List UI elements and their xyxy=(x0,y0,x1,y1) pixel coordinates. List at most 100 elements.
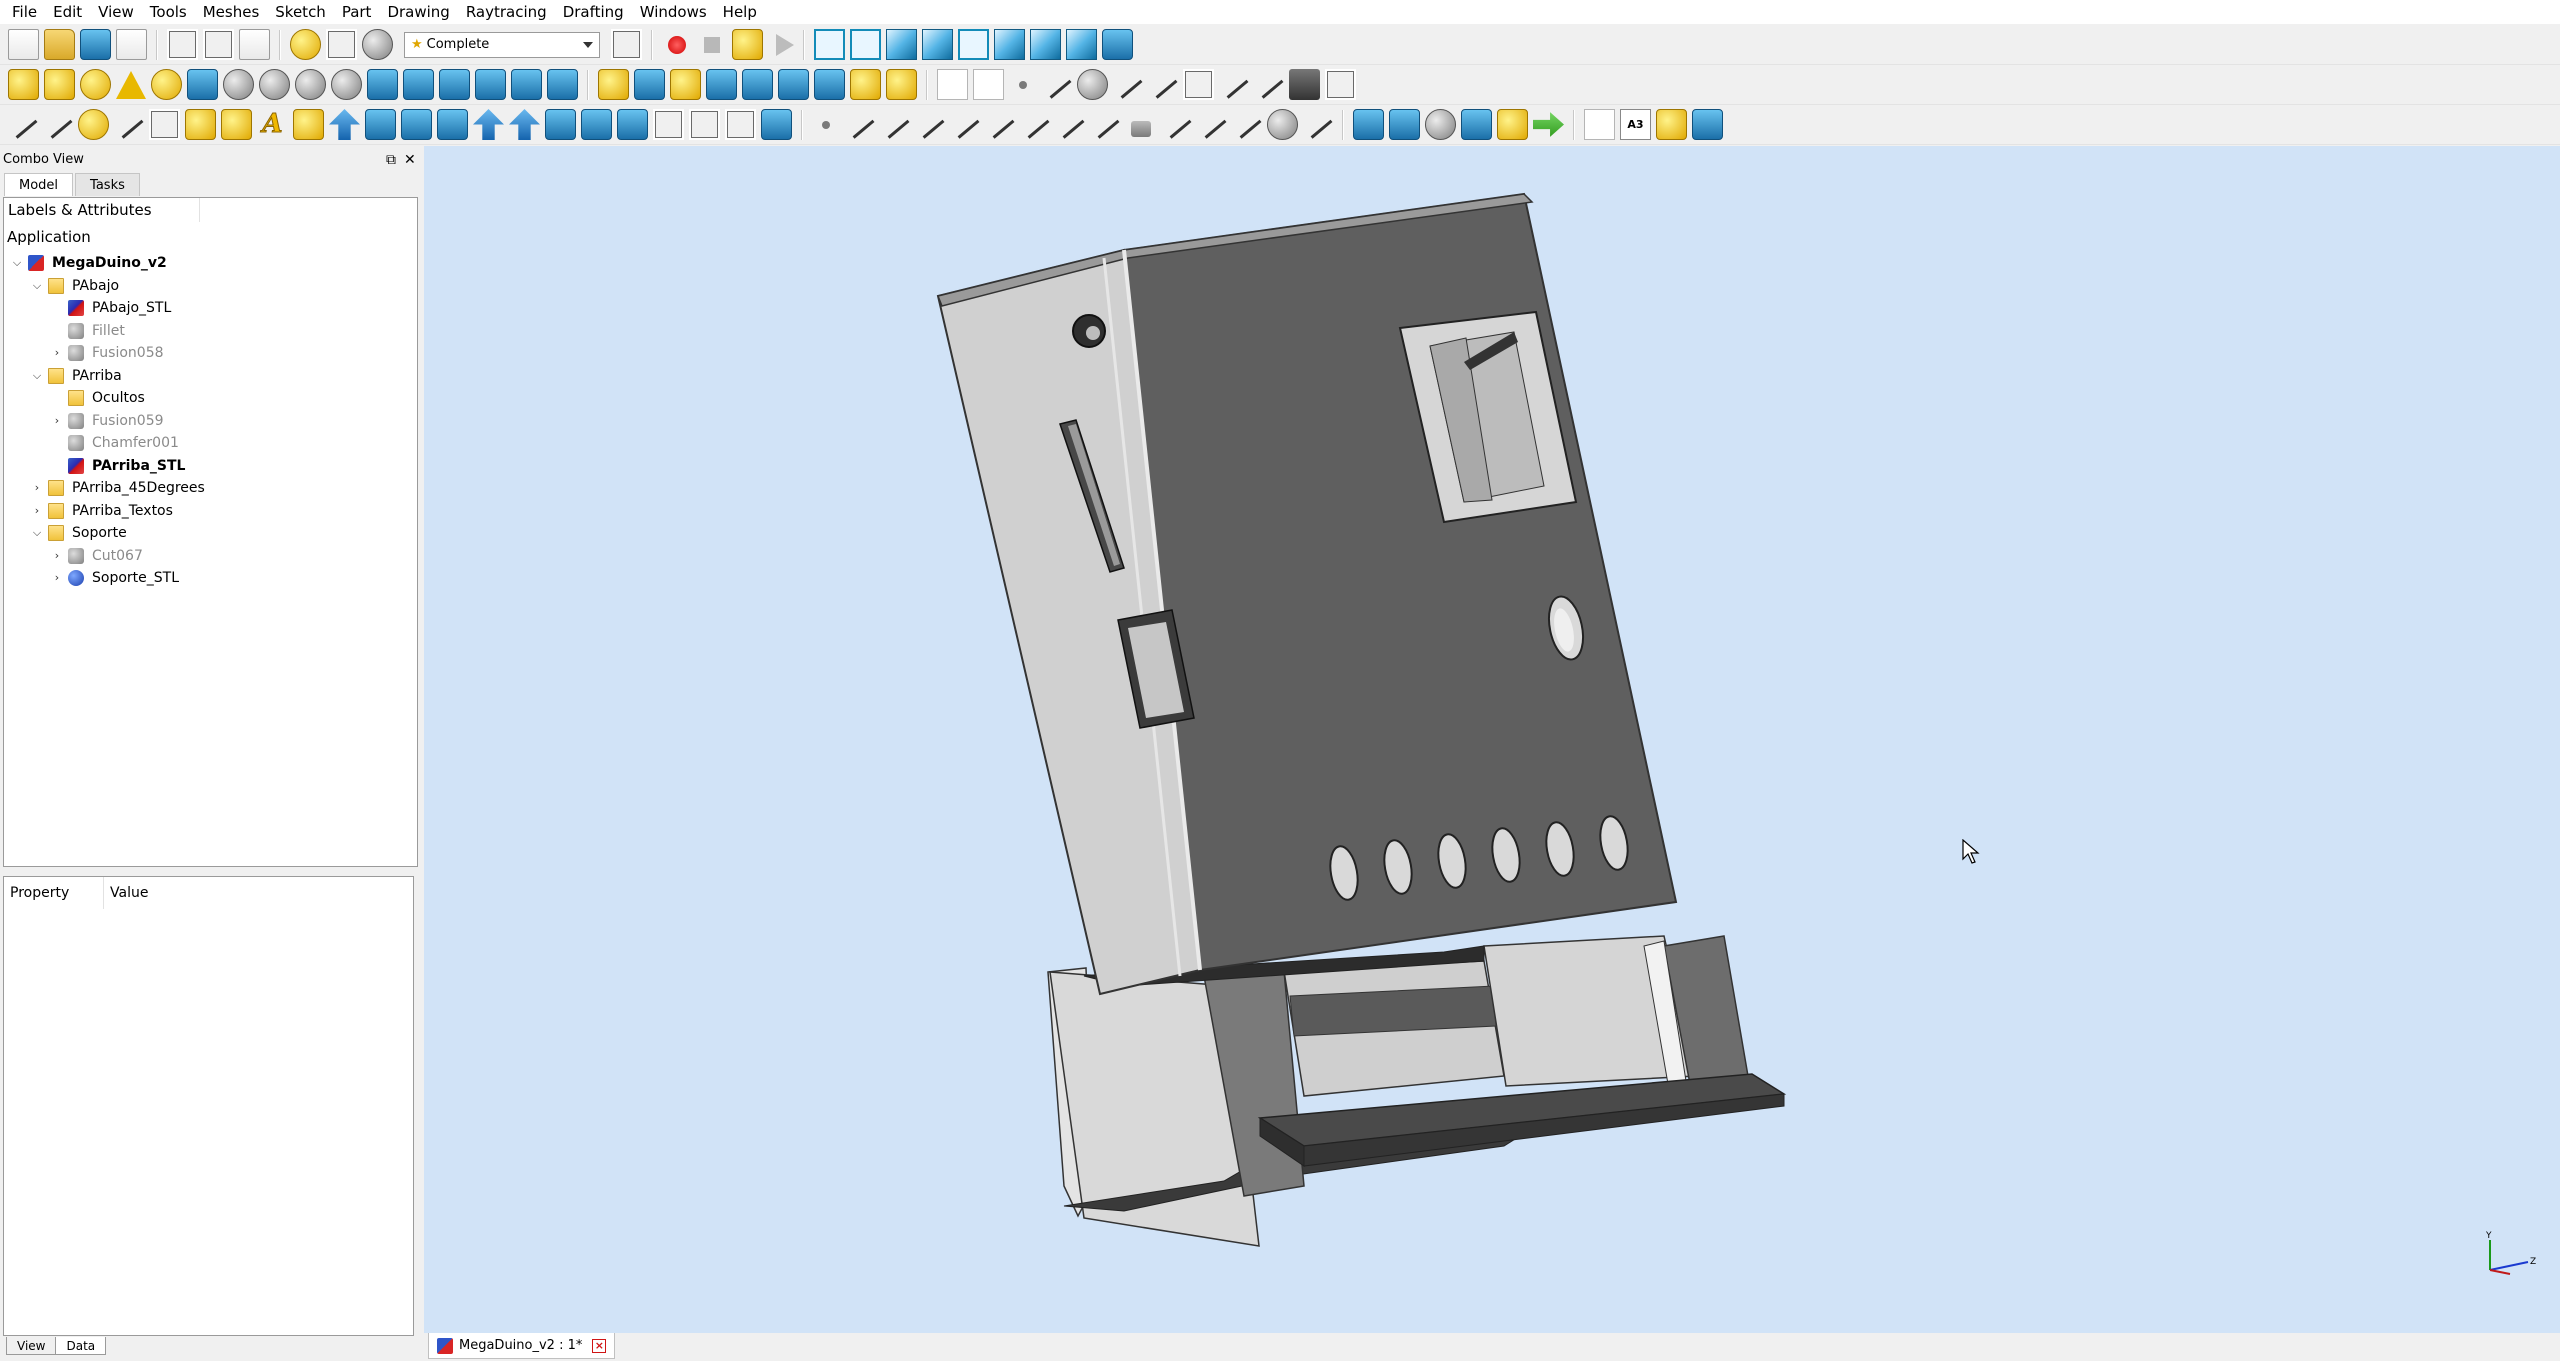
tab-tasks[interactable]: Tasks xyxy=(75,173,140,196)
draft-downgrade-icon[interactable] xyxy=(509,109,540,140)
new-document-icon[interactable] xyxy=(8,29,39,60)
draft-arc-icon[interactable] xyxy=(114,110,144,139)
save-as-icon[interactable] xyxy=(116,29,147,60)
close-tab-icon[interactable]: × xyxy=(592,1338,607,1353)
constraint-vertical-distance-icon[interactable] xyxy=(1197,110,1227,139)
mirror-icon[interactable] xyxy=(439,69,470,100)
tree-item[interactable]: › PArriba_45Degrees xyxy=(30,477,205,499)
tree-item[interactable]: › Soporte_STL xyxy=(50,567,179,589)
draft-circle-icon[interactable] xyxy=(78,109,109,140)
whats-this-icon[interactable] xyxy=(611,29,642,60)
carbon-copy-icon[interactable] xyxy=(1325,69,1356,100)
revolve-icon[interactable] xyxy=(403,69,434,100)
menu-drafting[interactable]: Drafting xyxy=(555,0,632,24)
draft-to-sketch-icon[interactable] xyxy=(617,109,648,140)
section-icon[interactable] xyxy=(331,69,362,100)
tab-view[interactable]: View xyxy=(6,1337,57,1355)
mesh-from-shape-icon[interactable] xyxy=(1353,109,1384,140)
tree-item[interactable]: ⌵ Soporte xyxy=(30,522,127,544)
chevron-right-icon[interactable]: › xyxy=(30,500,44,522)
circle-tool-icon[interactable] xyxy=(1077,69,1108,100)
draft-rectangle-icon[interactable] xyxy=(149,109,180,140)
draft-dimension-icon[interactable] xyxy=(293,109,324,140)
torus-icon[interactable] xyxy=(151,69,182,100)
menu-raytracing[interactable]: Raytracing xyxy=(458,0,555,24)
tree-item[interactable]: ⌵ MegaDuino_v2 xyxy=(10,252,167,274)
constraint-lock-icon[interactable] xyxy=(1131,120,1151,137)
chevron-right-icon[interactable]: › xyxy=(50,342,64,364)
draft-array-icon[interactable] xyxy=(653,109,684,140)
point-icon[interactable] xyxy=(1019,80,1027,89)
shell-icon[interactable] xyxy=(778,69,809,100)
menu-view[interactable]: View xyxy=(90,0,142,24)
primitives-icon[interactable] xyxy=(886,69,917,100)
constraint-horizontal-icon[interactable] xyxy=(915,110,945,139)
chevron-down-icon[interactable]: ⌵ xyxy=(30,275,44,297)
tree-item[interactable]: Fillet xyxy=(50,320,125,342)
fit-all-icon[interactable] xyxy=(814,29,845,60)
trim-icon[interactable] xyxy=(1254,70,1284,99)
draft-wire-icon[interactable] xyxy=(43,110,73,139)
solid-icon[interactable] xyxy=(742,69,773,100)
drawing-view-icon[interactable] xyxy=(1656,109,1687,140)
front-view-icon[interactable] xyxy=(886,29,917,60)
tree-item[interactable]: › Fusion058 xyxy=(50,342,164,364)
run-macro-icon[interactable] xyxy=(776,33,794,56)
constraint-vertical-icon[interactable] xyxy=(880,110,910,139)
cut-shape-icon[interactable] xyxy=(223,69,254,100)
menu-drawing[interactable]: Drawing xyxy=(379,0,457,24)
cylinder-icon[interactable] xyxy=(44,69,75,100)
model-tree[interactable]: Labels & Attributes Application ⌵ MegaDui… xyxy=(3,197,418,867)
measure-icon[interactable] xyxy=(1102,29,1133,60)
draft-clone-icon[interactable] xyxy=(689,109,720,140)
tab-model[interactable]: Model xyxy=(4,173,74,196)
export-page-icon[interactable] xyxy=(1692,109,1723,140)
chamfer-tool-icon[interactable] xyxy=(511,69,542,100)
shape-builder-icon[interactable] xyxy=(850,69,881,100)
menu-tools[interactable]: Tools xyxy=(142,0,195,24)
constraint-angle-icon[interactable] xyxy=(1303,110,1333,139)
right-view-icon[interactable] xyxy=(958,29,989,60)
close-icon[interactable]: ✕ xyxy=(404,149,416,171)
offset-icon[interactable] xyxy=(670,69,701,100)
line-tool-icon[interactable] xyxy=(1042,70,1072,99)
chevron-right-icon[interactable]: › xyxy=(50,545,64,567)
draft-bspline-icon[interactable] xyxy=(221,109,252,140)
property-panel[interactable]: Property Value xyxy=(3,876,414,1336)
export-icon[interactable] xyxy=(973,69,1004,100)
common-icon[interactable] xyxy=(295,69,326,100)
cut-icon[interactable] xyxy=(167,29,198,60)
constraint-coincident-icon[interactable] xyxy=(845,110,875,139)
draft-move-icon[interactable] xyxy=(329,109,360,140)
save-icon[interactable] xyxy=(80,29,111,60)
tree-item[interactable]: › Fusion059 xyxy=(50,410,164,432)
draft-upgrade-icon[interactable] xyxy=(473,109,504,140)
tree-item[interactable]: PArriba_STL xyxy=(50,455,185,477)
menu-file[interactable]: File xyxy=(4,0,45,24)
new-page-icon[interactable] xyxy=(1584,109,1615,140)
polyline-icon[interactable] xyxy=(1113,70,1143,99)
constraint-length-icon[interactable] xyxy=(1232,110,1262,139)
menu-part[interactable]: Part xyxy=(334,0,380,24)
draft-polygon-icon[interactable] xyxy=(185,109,216,140)
cone-icon[interactable] xyxy=(116,70,146,99)
tree-item[interactable]: ⌵ PAbajo xyxy=(30,275,119,297)
model-render[interactable] xyxy=(424,146,2560,1333)
stop-macro-icon[interactable] xyxy=(704,36,720,53)
menu-edit[interactable]: Edit xyxy=(45,0,90,24)
isometric-view-icon[interactable] xyxy=(850,29,881,60)
constraint-parallel-icon[interactable] xyxy=(950,110,980,139)
constraint-radius-icon[interactable] xyxy=(1267,109,1298,140)
thickness-icon[interactable] xyxy=(706,69,737,100)
mesh-tool-icon[interactable] xyxy=(1425,109,1456,140)
boolean-icon[interactable] xyxy=(187,69,218,100)
menu-meshes[interactable]: Meshes xyxy=(195,0,268,24)
draft-edit-icon[interactable] xyxy=(581,109,612,140)
top-view-icon[interactable] xyxy=(922,29,953,60)
menu-windows[interactable]: Windows xyxy=(632,0,715,24)
document-tab[interactable]: MegaDuino_v2 : 1* × xyxy=(428,1333,616,1359)
tree-item[interactable]: › Cut067 xyxy=(50,545,143,567)
constraint-point-icon[interactable] xyxy=(822,120,830,129)
rear-view-icon[interactable] xyxy=(994,29,1025,60)
constraint-perpendicular-icon[interactable] xyxy=(985,110,1015,139)
